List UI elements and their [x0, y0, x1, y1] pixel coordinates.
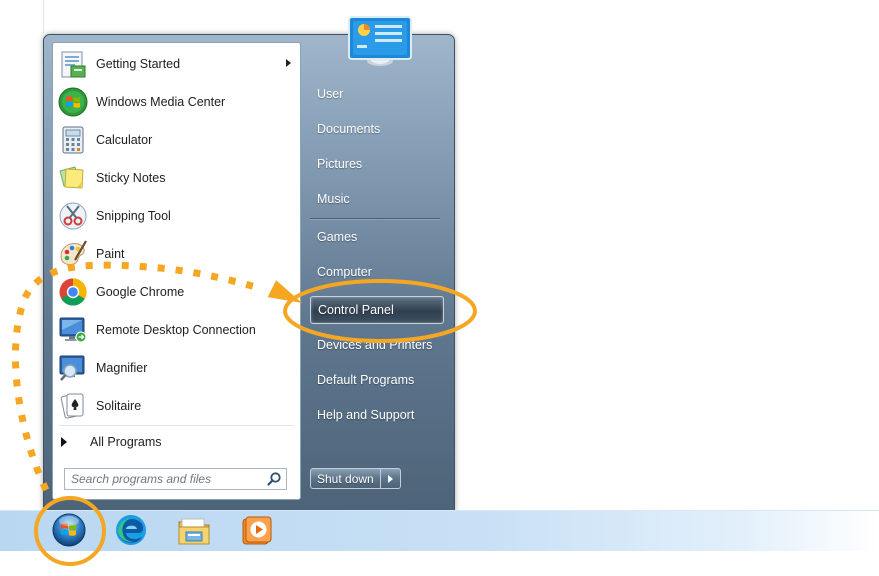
right-item-devices-printers[interactable]: Devices and Printers	[310, 331, 444, 359]
program-item-getting-started[interactable]: Getting Started	[53, 45, 300, 83]
program-item-snipping-tool[interactable]: Snipping Tool	[53, 197, 300, 235]
user-picture-icon[interactable]	[347, 15, 413, 69]
program-item-google-chrome[interactable]: Google Chrome	[53, 273, 300, 311]
shutdown-button[interactable]: Shut down	[310, 468, 381, 489]
shutdown-options-button[interactable]	[380, 468, 401, 489]
remote-desktop-icon	[59, 317, 87, 343]
windows-media-center-icon	[58, 87, 88, 117]
start-orb-icon[interactable]	[51, 512, 87, 548]
program-item-windows-media-center[interactable]: Windows Media Center	[53, 83, 300, 121]
chrome-icon	[59, 278, 87, 306]
program-label: Magnifier	[96, 361, 148, 375]
right-item-label: User	[317, 87, 344, 101]
right-item-pictures[interactable]: Pictures	[310, 150, 444, 178]
right-item-label: Control Panel	[318, 303, 394, 317]
shutdown-group: Shut down	[310, 468, 401, 489]
right-item-help-support[interactable]: Help and Support	[310, 401, 444, 429]
sticky-notes-icon	[59, 166, 84, 189]
submenu-arrow-icon[interactable]	[286, 59, 291, 67]
right-item-label: Games	[317, 230, 358, 244]
program-item-magnifier[interactable]: Magnifier	[53, 349, 300, 387]
program-list: Getting Started Windows Media Center Cal…	[53, 45, 300, 425]
right-item-label: Computer	[317, 265, 372, 279]
paint-icon	[60, 240, 87, 266]
calculator-icon	[62, 126, 84, 154]
right-item-label: Devices and Printers	[317, 338, 433, 352]
magnifier-icon	[59, 355, 85, 381]
program-label: Paint	[96, 247, 125, 261]
program-label: Solitaire	[96, 399, 142, 413]
program-label: Snipping Tool	[96, 209, 171, 223]
right-item-control-panel[interactable]: Control Panel	[310, 296, 444, 324]
program-item-solitaire[interactable]: Solitaire	[53, 387, 300, 425]
search-input[interactable]	[65, 470, 266, 488]
snipping-tool-icon	[59, 202, 87, 230]
right-item-games[interactable]: Games	[310, 223, 444, 251]
program-label: Remote Desktop Connection	[96, 323, 256, 337]
right-item-documents[interactable]: Documents	[310, 115, 444, 143]
getting-started-icon	[61, 51, 86, 78]
program-item-remote-desktop[interactable]: Remote Desktop Connection	[53, 311, 300, 349]
arrow-right-icon	[61, 437, 67, 447]
divider	[59, 425, 294, 426]
program-item-paint[interactable]: Paint	[53, 235, 300, 273]
right-item-default-programs[interactable]: Default Programs	[310, 366, 444, 394]
right-item-label: Help and Support	[317, 408, 415, 422]
programs-pane: Getting Started Windows Media Center Cal…	[52, 42, 301, 500]
search-box[interactable]	[64, 468, 287, 490]
search-icon[interactable]	[266, 471, 282, 487]
right-item-label: Documents	[317, 122, 381, 136]
program-label: Windows Media Center	[96, 95, 226, 109]
right-item-label: Music	[317, 192, 350, 206]
all-programs-label: All Programs	[90, 435, 162, 449]
media-player-icon[interactable]	[238, 513, 274, 549]
program-label: Calculator	[96, 133, 153, 147]
file-explorer-icon[interactable]	[176, 513, 212, 549]
program-label: Google Chrome	[96, 285, 185, 299]
all-programs-item[interactable]: All Programs	[61, 431, 162, 453]
right-item-user[interactable]: User	[310, 80, 444, 108]
right-item-label: Default Programs	[317, 373, 415, 387]
shutdown-label: Shut down	[317, 471, 374, 486]
right-item-music[interactable]: Music	[310, 185, 444, 213]
program-item-calculator[interactable]: Calculator	[53, 121, 300, 159]
edge-icon[interactable]	[113, 512, 149, 548]
program-item-sticky-notes[interactable]: Sticky Notes	[53, 159, 300, 197]
solitaire-icon	[60, 393, 84, 419]
divider	[310, 218, 440, 219]
arrow-right-icon	[387, 474, 393, 483]
program-label: Sticky Notes	[96, 171, 166, 185]
right-item-label: Pictures	[317, 157, 363, 171]
right-item-computer[interactable]: Computer	[310, 258, 444, 286]
guide-line	[43, 0, 44, 34]
program-label: Getting Started	[96, 57, 181, 71]
